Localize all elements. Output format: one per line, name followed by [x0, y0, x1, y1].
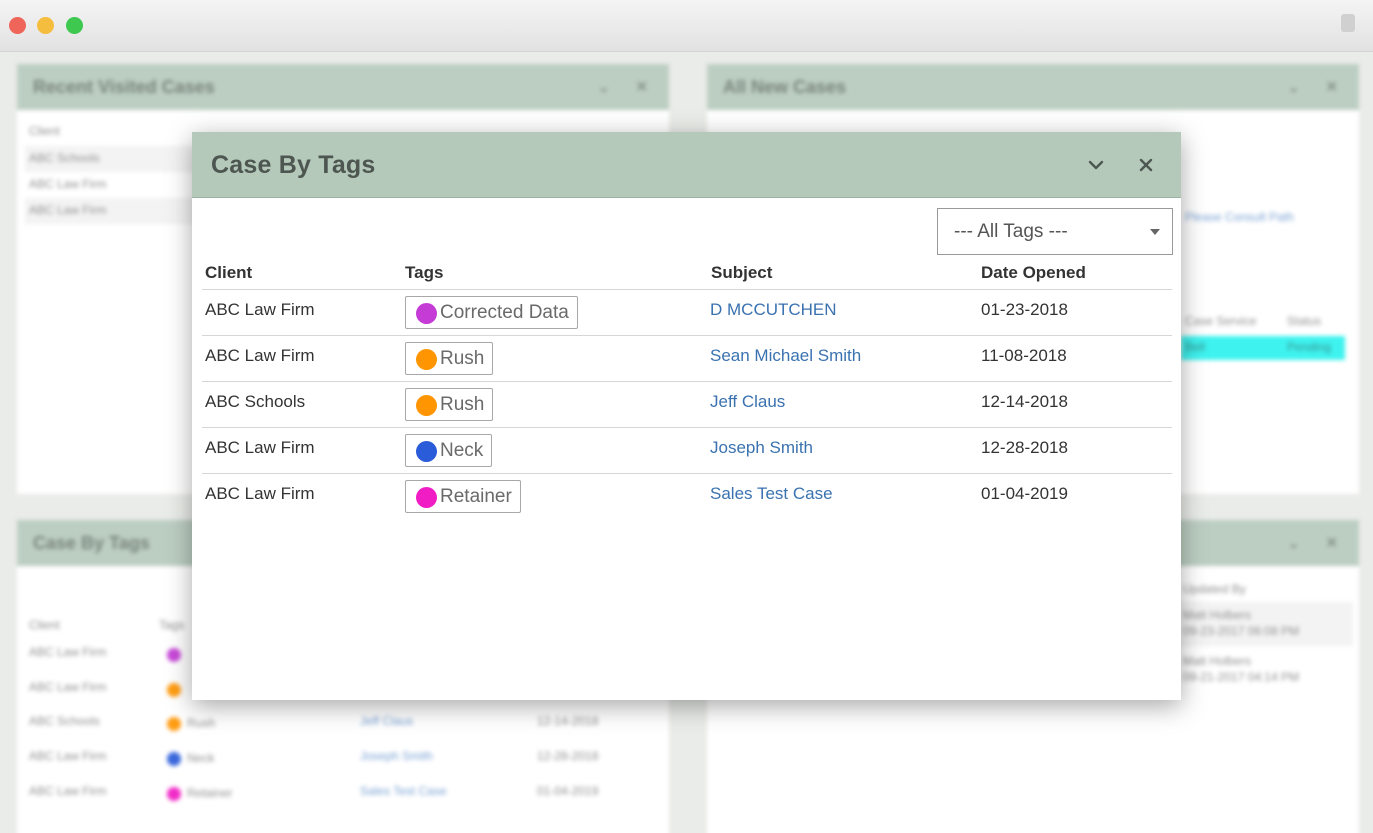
close-window-button[interactable] — [9, 17, 26, 34]
date-opened-cell: 01-04-2019 — [981, 484, 1068, 503]
maximize-window-button[interactable] — [66, 17, 83, 34]
tag-label: Corrected Data — [440, 301, 569, 323]
close-button[interactable] — [1131, 150, 1161, 180]
tag-color-dot — [416, 395, 437, 416]
window-menu-icon[interactable] — [1341, 14, 1355, 32]
subject-link[interactable]: D MCCUTCHEN — [710, 300, 837, 320]
tag-label: Rush — [440, 393, 485, 415]
tag-filter-value: --- All Tags --- — [954, 221, 1068, 242]
tag-chip[interactable]: Retainer — [405, 480, 521, 513]
window-titlebar — [0, 0, 1373, 52]
column-header-date-opened[interactable]: Date Opened — [981, 263, 1086, 283]
column-header-subject[interactable]: Subject — [711, 263, 772, 283]
tag-color-dot — [416, 349, 437, 370]
client-cell: ABC Schools — [205, 392, 306, 411]
tag-label: Neck — [440, 439, 484, 461]
caret-down-icon — [1150, 229, 1160, 235]
tag-color-dot — [416, 487, 437, 508]
client-cell: ABC Law Firm — [205, 346, 315, 365]
tag-chip[interactable]: Rush — [405, 342, 494, 375]
tag-chip[interactable]: Corrected Data — [405, 296, 578, 329]
tag-filter-select[interactable]: --- All Tags --- — [937, 208, 1173, 255]
column-header-client[interactable]: Client — [205, 263, 252, 283]
subject-link[interactable]: Sean Michael Smith — [710, 346, 861, 366]
date-opened-cell: 12-14-2018 — [981, 392, 1068, 411]
client-cell: ABC Law Firm — [205, 484, 315, 503]
minimize-window-button[interactable] — [37, 17, 54, 34]
column-header-tags[interactable]: Tags — [405, 263, 443, 283]
table-row[interactable]: ABC Schools Rush Jeff Claus 12-14-2018 — [202, 382, 1172, 428]
modal-header: Case By Tags — [192, 132, 1181, 198]
modal-title: Case By Tags — [211, 151, 376, 179]
collapse-button[interactable] — [1081, 150, 1111, 180]
date-opened-cell: 01-23-2018 — [981, 300, 1068, 319]
chevron-down-icon — [1088, 160, 1104, 170]
table-row[interactable]: ABC Law Firm Corrected Data D MCCUTCHEN … — [202, 290, 1172, 336]
tag-label: Rush — [440, 347, 485, 369]
tag-label: Retainer — [440, 485, 512, 507]
subject-link[interactable]: Joseph Smith — [710, 438, 813, 458]
table-row[interactable]: ABC Law Firm Neck Joseph Smith 12-28-201… — [202, 428, 1172, 474]
table-row[interactable]: ABC Law Firm Rush Sean Michael Smith 11-… — [202, 336, 1172, 382]
subject-link[interactable]: Sales Test Case — [710, 484, 833, 504]
tag-color-dot — [416, 303, 437, 324]
tag-chip[interactable]: Neck — [405, 434, 493, 467]
tag-color-dot — [416, 441, 437, 462]
client-cell: ABC Law Firm — [205, 438, 315, 457]
date-opened-cell: 12-28-2018 — [981, 438, 1068, 457]
subject-link[interactable]: Jeff Claus — [710, 392, 785, 412]
date-opened-cell: 11-08-2018 — [981, 346, 1067, 365]
tag-chip[interactable]: Rush — [405, 388, 494, 421]
case-by-tags-modal: Case By Tags --- All Tags --- Client Tag… — [192, 132, 1181, 700]
table-row[interactable]: ABC Law Firm Retainer Sales Test Case 01… — [202, 474, 1172, 520]
close-icon — [1139, 158, 1153, 172]
client-cell: ABC Law Firm — [205, 300, 315, 319]
